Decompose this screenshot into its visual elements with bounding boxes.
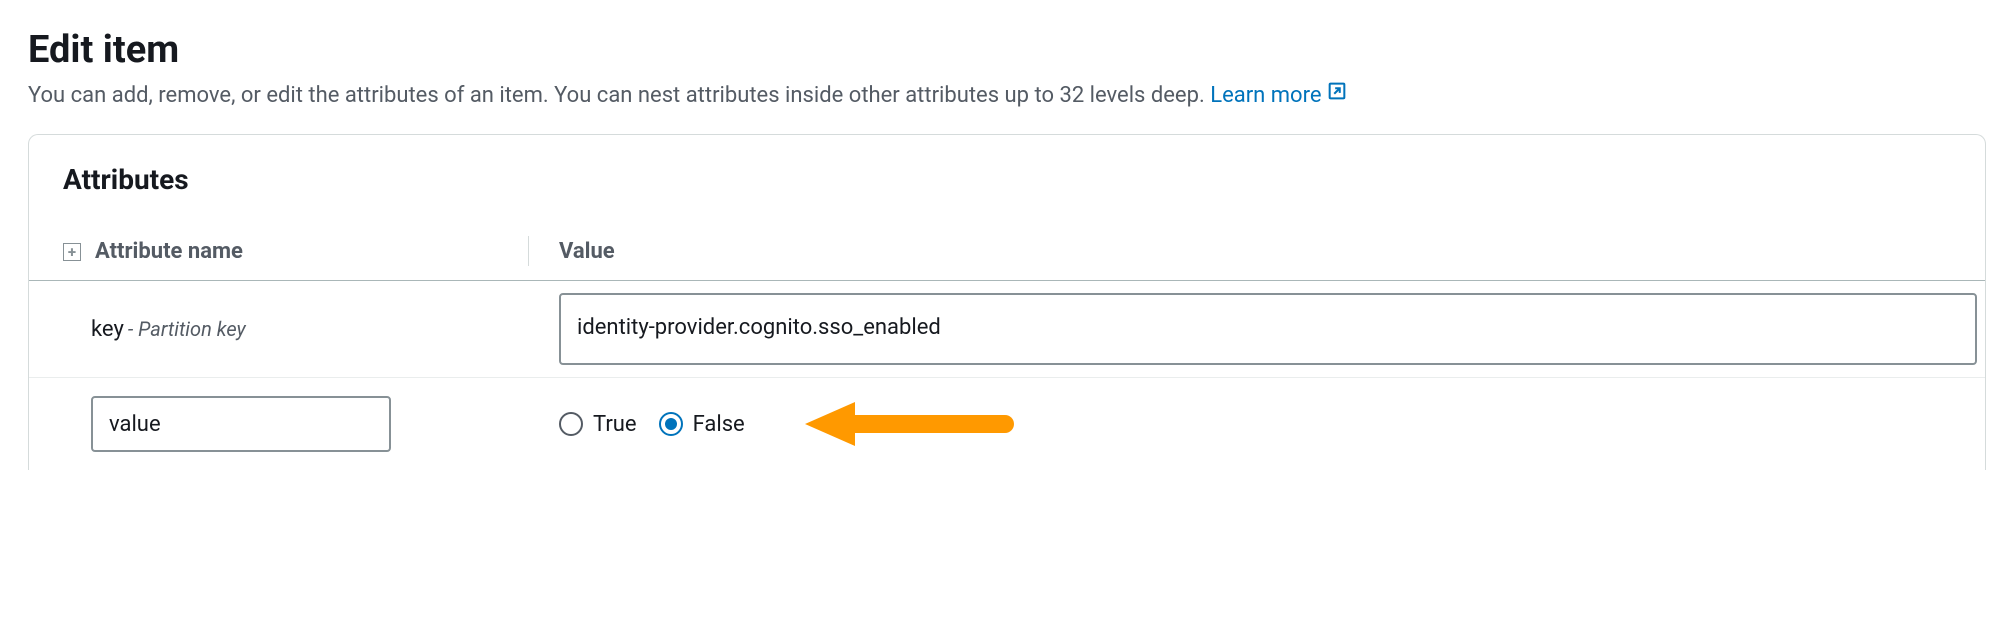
table-row: key - Partition key <box>29 281 1985 378</box>
attributes-panel: Attributes + Attribute name Value key - … <box>28 134 1986 470</box>
attribute-name-input[interactable] <box>91 396 391 452</box>
column-header-value: Value <box>559 239 615 264</box>
external-link-icon <box>1326 80 1348 108</box>
page-description: You can add, remove, or edit the attribu… <box>28 82 1986 110</box>
annotation-arrow-icon <box>805 394 1025 454</box>
radio-label-false: False <box>693 412 745 437</box>
attribute-value-input[interactable] <box>559 293 1977 365</box>
table-header: + Attribute name Value <box>29 222 1985 281</box>
boolean-radio-group: True False <box>559 412 745 437</box>
radio-icon <box>559 412 583 436</box>
page-title: Edit item <box>28 28 1986 72</box>
description-text: You can add, remove, or edit the attribu… <box>28 83 1210 108</box>
table-row: True False <box>29 378 1985 470</box>
learn-more-link[interactable]: Learn more <box>1210 83 1347 108</box>
radio-option-false[interactable]: False <box>659 412 745 437</box>
radio-icon <box>659 412 683 436</box>
radio-label-true: True <box>593 412 637 437</box>
attribute-name-label: key <box>91 317 124 342</box>
attribute-name-meta: - Partition key <box>128 317 246 341</box>
attributes-panel-title: Attributes <box>29 135 1985 222</box>
attributes-table: + Attribute name Value key - Partition k… <box>29 222 1985 470</box>
column-header-name: Attribute name <box>95 239 243 264</box>
expand-all-icon[interactable]: + <box>63 243 81 261</box>
radio-option-true[interactable]: True <box>559 412 637 437</box>
